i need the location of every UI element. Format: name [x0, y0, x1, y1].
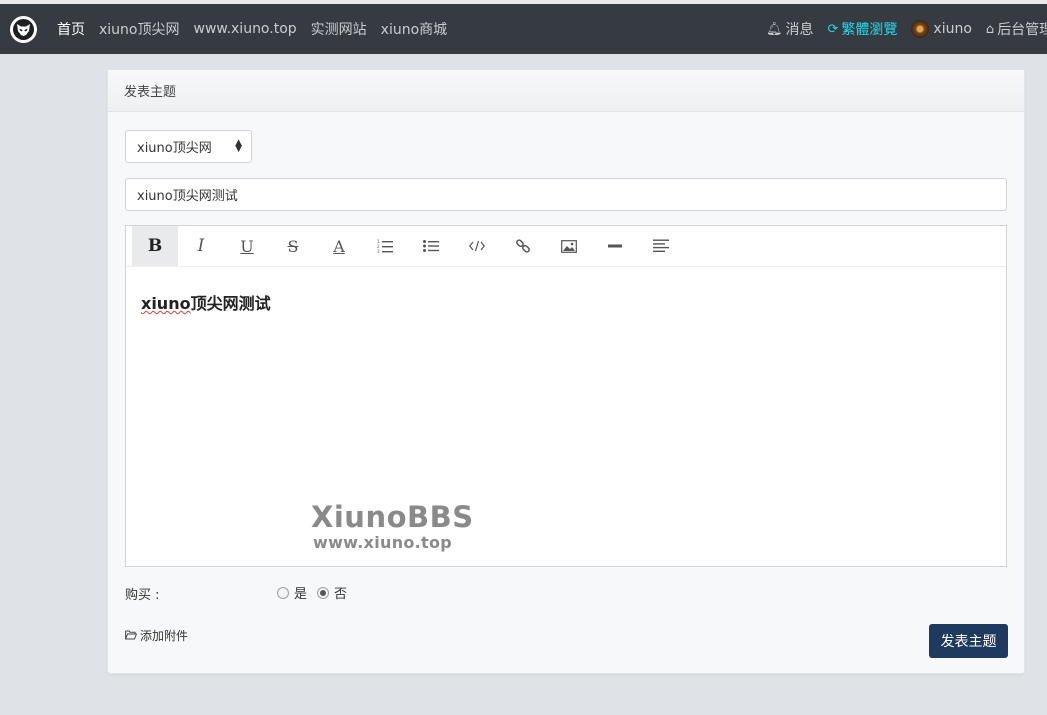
nav-xiuno-top-url[interactable]: www.xiuno.top [194, 21, 297, 37]
align-left-icon [653, 239, 669, 252]
nav-messages[interactable]: 🔔︎ 消息 [766, 19, 814, 39]
underline-button[interactable]: U [224, 226, 270, 266]
buy-yes-label[interactable]: 是 [294, 583, 307, 602]
watermark-line2: www.xiuno.top [313, 533, 453, 552]
card-header: 发表主题 [108, 70, 1024, 112]
nav-messages-label: 消息 [785, 22, 814, 38]
buy-yes-radio[interactable] [277, 586, 289, 599]
horizontal-rule-icon [608, 244, 622, 248]
nav-admin-label: 后台管理 [997, 22, 1047, 38]
editor-content-cn: 顶尖网测试 [190, 294, 271, 313]
watermark: XiunoBBS www.xiuno.top [311, 501, 474, 553]
forum-select-value: xiuno顶尖网 [137, 141, 212, 156]
top-navbar: 首页 xiuno顶尖网 www.xiuno.top 实测网站 xiuno商城 🔔… [0, 4, 1047, 54]
nav-traditional-chinese[interactable]: ⟳ 繁體瀏覽 [828, 19, 898, 39]
title-input[interactable] [125, 178, 1007, 211]
forum-select[interactable]: xiuno顶尖网 ▲ ▼ [125, 130, 252, 163]
buy-radio-group: 是 否 [277, 583, 357, 602]
site-logo[interactable] [10, 16, 37, 43]
bullet-list-icon [423, 240, 439, 252]
logo-mask-icon [13, 19, 34, 40]
unordered-list-button[interactable] [408, 226, 454, 266]
editor-toolbar: B I U S A 1 2 3 [126, 226, 1006, 267]
svg-text:3: 3 [377, 249, 380, 253]
refresh-icon: ⟳ [827, 21, 839, 37]
home-icon: ⌂ [985, 21, 995, 37]
buy-option-row: 购买 : 是 否 [125, 582, 525, 603]
strikethrough-button[interactable]: S [270, 226, 316, 266]
nav-user[interactable]: xiuno [911, 20, 972, 38]
buy-no-radio[interactable] [317, 586, 330, 599]
nav-left: 首页 xiuno顶尖网 www.xiuno.top 实测网站 xiuno商城 [57, 4, 461, 54]
nav-user-label: xiuno [933, 21, 972, 37]
nav-admin[interactable]: ⌂ 后台管理 [986, 19, 1047, 39]
nav-xiuno-top-cn[interactable]: xiuno顶尖网 [99, 19, 180, 39]
code-icon [469, 240, 485, 252]
buy-no-label[interactable]: 否 [334, 583, 347, 602]
nav-test-site[interactable]: 实测网站 [311, 19, 367, 39]
bell-icon: 🔔︎ [766, 21, 783, 37]
submit-thread-button[interactable]: 发表主题 [929, 624, 1008, 658]
code-button[interactable] [454, 226, 500, 266]
bold-button[interactable]: B [132, 226, 178, 266]
avatar [911, 20, 930, 38]
link-button[interactable] [500, 226, 546, 266]
nav-shop[interactable]: xiuno商城 [381, 19, 448, 39]
editor-content[interactable]: xiuno顶尖网测试 [141, 290, 271, 314]
rich-text-editor: B I U S A 1 2 3 xiuno顶尖网测试 XiunoBBS www.… [125, 225, 1007, 567]
text-color-button[interactable]: A [316, 226, 362, 266]
folder-open-icon [125, 629, 138, 643]
select-caret-icon: ▲ ▼ [235, 138, 242, 154]
ordered-list-button[interactable]: 1 2 3 [362, 226, 408, 266]
nav-home[interactable]: 首页 [57, 19, 85, 39]
image-button[interactable] [546, 226, 592, 266]
watermark-line1: XiunoBBS [311, 500, 474, 534]
italic-button[interactable]: I [178, 226, 224, 266]
post-thread-card: 发表主题 xiuno顶尖网 ▲▼ B I U S A 1 2 3 [107, 69, 1025, 674]
horizontal-rule-button[interactable] [592, 226, 638, 266]
ordered-list-icon: 1 2 3 [377, 239, 393, 253]
buy-label: 购买 : [125, 588, 160, 603]
add-attachment-link[interactable]: 添加附件 [125, 627, 188, 644]
nav-traditional-label: 繁體瀏覽 [841, 22, 898, 38]
image-icon [561, 239, 577, 253]
editor-content-en: xiuno [141, 294, 191, 313]
align-button[interactable] [638, 226, 684, 266]
link-icon [516, 239, 530, 253]
nav-right: 🔔︎ 消息 ⟳ 繁體瀏覽 xiuno ⌂ 后台管理 [766, 4, 1047, 54]
add-attachment-label: 添加附件 [140, 629, 189, 643]
